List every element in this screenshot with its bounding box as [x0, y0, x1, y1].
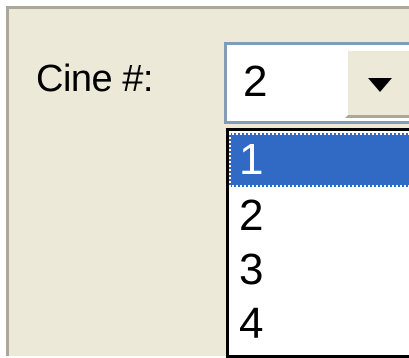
option-4[interactable]: 4	[229, 297, 409, 351]
cine-number-combobox[interactable]: 2	[224, 42, 409, 124]
cine-number-dropdown-list: 1 2 3 4	[226, 128, 409, 358]
option-3[interactable]: 3	[229, 243, 409, 297]
option-2[interactable]: 2	[229, 189, 409, 243]
dropdown-button[interactable]	[345, 48, 409, 118]
cine-number-value: 2	[243, 57, 268, 106]
dialog-panel: Cine #: 2 1 2 3 4	[0, 0, 409, 358]
cine-number-label: Cine #:	[36, 58, 153, 100]
option-1[interactable]: 1	[229, 133, 409, 187]
chevron-down-icon	[368, 78, 392, 92]
